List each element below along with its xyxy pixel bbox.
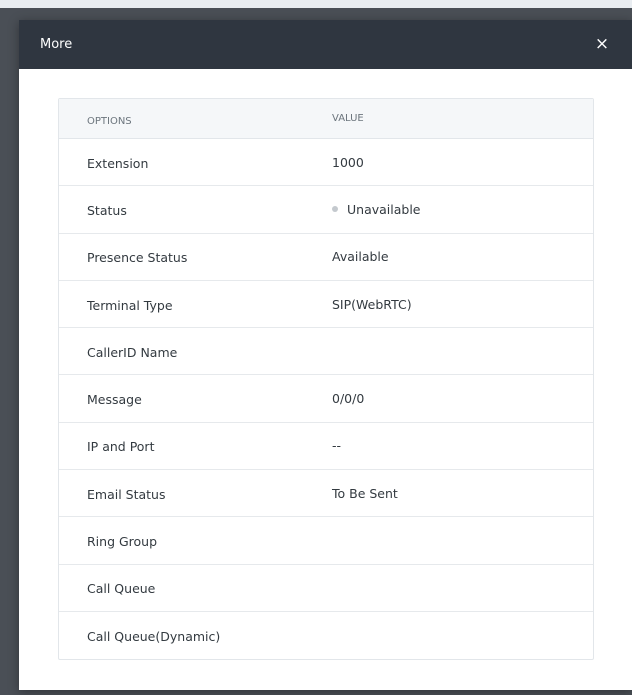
- table-row: CallerID Name: [59, 328, 593, 376]
- table-row: Status Unavailable: [59, 186, 593, 234]
- column-header-options: OPTIONS: [87, 116, 132, 127]
- dialog-header: More ×: [19, 20, 632, 69]
- option-label: Call Queue(Dynamic): [87, 629, 221, 645]
- option-value: Available: [332, 249, 389, 265]
- option-value: To Be Sent: [332, 485, 398, 501]
- table-row: Ring Group: [59, 517, 593, 565]
- option-label: Email Status: [87, 486, 166, 502]
- page-backdrop-strip: [0, 0, 632, 8]
- table-row: Extension 1000: [59, 139, 593, 187]
- status-dot-icon: [332, 206, 338, 213]
- dialog-title: More: [40, 37, 73, 52]
- option-label: IP and Port: [87, 439, 155, 455]
- table-row: Message 0/0/0: [59, 375, 593, 423]
- option-value: --: [332, 438, 342, 454]
- option-value: 1000: [332, 154, 364, 170]
- option-label: Ring Group: [87, 534, 158, 550]
- table-row: Email Status To Be Sent: [59, 470, 593, 518]
- column-header-value: VALUE: [332, 113, 364, 124]
- option-label: Call Queue: [87, 581, 156, 597]
- table-header: OPTIONS VALUE: [59, 99, 593, 139]
- table-row: Presence Status Available: [59, 234, 593, 281]
- table-row: Terminal Type SIP(WebRTC): [59, 281, 593, 329]
- table-row: IP and Port --: [59, 423, 593, 471]
- options-table: OPTIONS VALUE Extension 1000 Status Unav…: [58, 98, 594, 661]
- option-label: CallerID Name: [87, 344, 178, 360]
- option-value: Unavailable: [347, 201, 421, 217]
- option-label: Message: [87, 392, 142, 408]
- option-value: SIP(WebRTC): [332, 296, 412, 312]
- option-label: Status: [87, 202, 127, 218]
- option-value: 0/0/0: [332, 391, 365, 407]
- option-label: Extension: [87, 155, 149, 171]
- option-label: Presence Status: [87, 250, 188, 266]
- table-row: Call Queue: [59, 565, 593, 612]
- option-label: Terminal Type: [87, 297, 173, 313]
- more-dialog: More × OPTIONS VALUE Extension 1000 Stat…: [19, 20, 632, 690]
- table-row: Call Queue(Dynamic): [59, 612, 593, 659]
- close-icon[interactable]: ×: [594, 36, 610, 53]
